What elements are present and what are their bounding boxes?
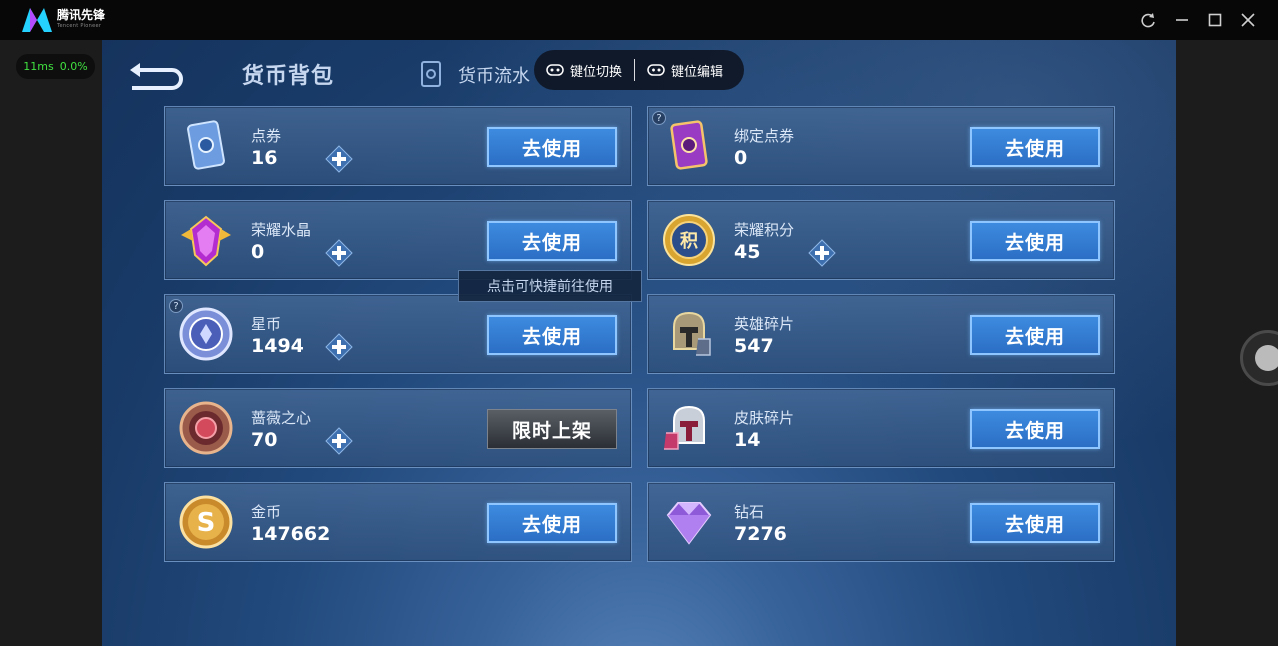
- key-switch-label: 键位切换: [570, 64, 623, 80]
- currency-card-rose-heart: 蔷薇之心 70 限时上架: [164, 388, 632, 468]
- item-name: 绑定点券: [734, 127, 795, 145]
- plus-icon[interactable]: [325, 333, 353, 361]
- currency-card-voucher: 点券 16 去使用: [164, 106, 632, 186]
- key-switch-button[interactable]: 键位切换: [534, 50, 634, 90]
- tab-currency-flow[interactable]: 货币流水: [458, 62, 530, 88]
- item-count: 547: [734, 335, 774, 357]
- app-name: 腾讯先锋: [57, 8, 106, 22]
- loss-value: 0.0%: [59, 60, 88, 73]
- item-name: 星币: [251, 315, 282, 333]
- use-button[interactable]: 去使用: [970, 503, 1100, 543]
- minimize-icon[interactable]: [1172, 10, 1192, 30]
- gamepad-icon: [546, 64, 564, 76]
- star-coin-icon: [179, 307, 233, 361]
- glory-points-icon: 积: [663, 214, 715, 266]
- item-name: 钻石: [734, 503, 765, 521]
- card-icon: [421, 61, 441, 87]
- item-count: 70: [251, 429, 278, 451]
- refresh-icon[interactable]: [1138, 10, 1158, 30]
- diamond-icon: [666, 502, 712, 545]
- item-name: 蔷薇之心: [251, 409, 312, 427]
- toolbar-divider: [634, 59, 636, 81]
- page-title: 货币背包: [242, 64, 335, 89]
- tooltip: 点击可快捷前往使用: [458, 270, 642, 302]
- latency-badge: 11ms 0.0%: [16, 54, 95, 79]
- item-count: 1494: [251, 335, 304, 357]
- svg-text:S: S: [197, 508, 216, 538]
- plus-icon[interactable]: [325, 427, 353, 455]
- hero-fragment-icon: [673, 311, 711, 356]
- key-edit-label: 键位编辑: [671, 64, 724, 80]
- key-edit-button[interactable]: 键位编辑: [635, 50, 735, 90]
- maximize-icon[interactable]: [1205, 10, 1225, 30]
- currency-card-hero-fragment: 英雄碎片 547 去使用: [647, 294, 1115, 374]
- item-name: 金币: [251, 503, 282, 521]
- crystal-icon: [181, 215, 231, 267]
- app-logo-icon: [22, 8, 52, 32]
- back-arrow-icon[interactable]: [128, 60, 184, 90]
- use-button[interactable]: 去使用: [970, 127, 1100, 167]
- use-button[interactable]: 去使用: [487, 503, 617, 543]
- plus-icon[interactable]: [325, 239, 353, 267]
- currency-card-skin-fragment: 皮肤碎片 14 去使用: [647, 388, 1115, 468]
- gamepad-icon: [647, 64, 665, 76]
- use-button[interactable]: 去使用: [487, 221, 617, 261]
- item-name: 英雄碎片: [734, 315, 795, 333]
- item-name: 荣耀水晶: [251, 221, 312, 239]
- window-titlebar: 腾讯先锋 Tencent Pioneer: [0, 0, 1278, 40]
- item-count: 14: [734, 429, 761, 451]
- latency-value: 11ms: [23, 60, 54, 73]
- voucher-icon: [187, 120, 225, 170]
- item-count: 0: [251, 241, 265, 263]
- left-sidebar: [0, 40, 102, 646]
- skin-fragment-icon: [664, 405, 705, 450]
- currency-card-glory-points: 积 荣耀积分 45 去使用: [647, 200, 1115, 280]
- currency-card-glory-crystal: 荣耀水晶 0 去使用: [164, 200, 632, 280]
- use-button[interactable]: 去使用: [970, 409, 1100, 449]
- svg-text:积: 积: [680, 231, 698, 252]
- item-count: 16: [251, 147, 278, 169]
- currency-card-bound-voucher: ? 绑定点券 0 去使用: [647, 106, 1115, 186]
- use-button[interactable]: 去使用: [487, 315, 617, 355]
- app-subtitle: Tencent Pioneer: [57, 23, 102, 29]
- item-name: 荣耀积分: [734, 221, 795, 239]
- item-name: 点券: [251, 127, 282, 145]
- close-icon[interactable]: [1238, 10, 1258, 30]
- gold-coin-icon: S: [179, 495, 233, 549]
- rose-heart-icon: [179, 401, 233, 455]
- item-count: 0: [734, 147, 748, 169]
- currency-card-gold: S 金币 147662 去使用: [164, 482, 632, 562]
- keymap-toolbar: 键位切换 键位编辑: [534, 50, 744, 90]
- use-button[interactable]: 去使用: [970, 315, 1100, 355]
- plus-icon[interactable]: [808, 239, 836, 267]
- limited-time-button[interactable]: 限时上架: [487, 409, 617, 449]
- currency-card-star-coin: ? 星币 1494 去使用: [164, 294, 632, 374]
- use-button[interactable]: 去使用: [970, 221, 1100, 261]
- item-count: 7276: [734, 523, 787, 545]
- item-name: 皮肤碎片: [734, 409, 795, 427]
- use-button[interactable]: 去使用: [487, 127, 617, 167]
- item-count: 45: [734, 241, 761, 263]
- currency-card-diamond: 钻石 7276 去使用: [647, 482, 1115, 562]
- item-count: 147662: [251, 523, 331, 545]
- plus-icon[interactable]: [325, 145, 353, 173]
- bound-voucher-icon: [670, 120, 708, 170]
- game-screen: 货币背包 货币流水 键位切换 键位编辑 点券 16 去使用 ? 绑定点券 0 去…: [102, 40, 1176, 646]
